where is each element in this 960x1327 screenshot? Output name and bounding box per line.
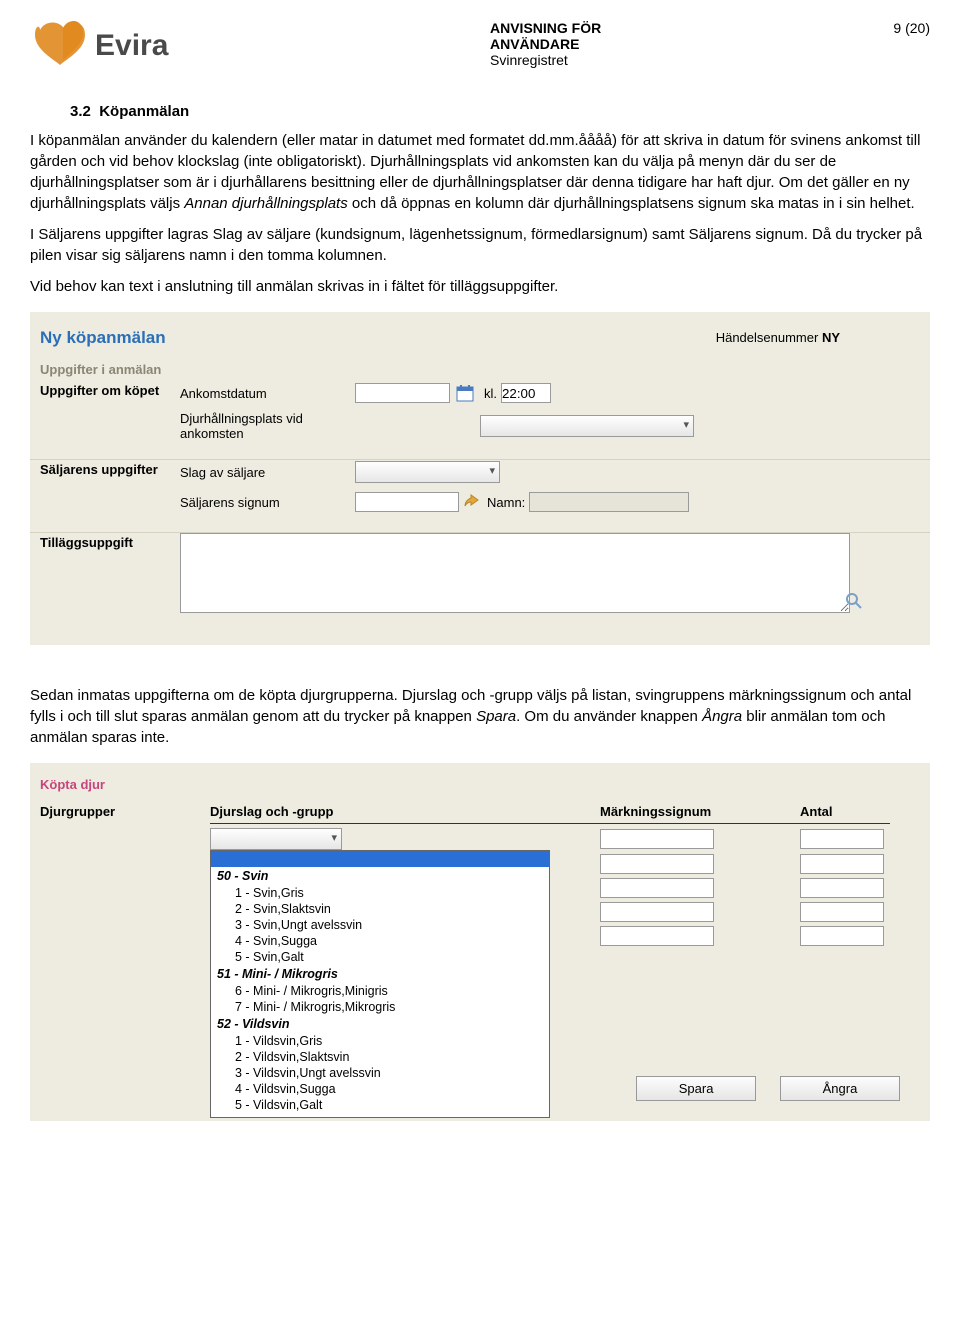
label-saljarens-uppgifter: Säljarens uppgifter bbox=[40, 460, 180, 520]
input-markningssignum[interactable] bbox=[600, 902, 714, 922]
input-markningssignum[interactable] bbox=[600, 878, 714, 898]
dropdown-option[interactable]: 3 - Vildsvin,Ungt avelssvin bbox=[211, 1065, 549, 1081]
dropdown-option[interactable]: 2 - Vildsvin,Slaktsvin bbox=[211, 1049, 549, 1065]
para-3: Vid behov kan text i anslutning till anm… bbox=[30, 276, 930, 297]
input-markningssignum[interactable] bbox=[600, 829, 714, 849]
calendar-icon[interactable] bbox=[456, 384, 474, 402]
magnifier-icon[interactable] bbox=[846, 593, 862, 609]
input-antal[interactable] bbox=[800, 854, 884, 874]
arrow-right-icon[interactable] bbox=[463, 494, 479, 510]
label-saljarens-signum: Säljarens signum bbox=[180, 495, 355, 510]
table-rule bbox=[210, 823, 890, 824]
para-4: Sedan inmatas uppgifterna om de köpta dj… bbox=[30, 685, 930, 748]
form-ny-kopanmalan: Ny köpanmälan Händelsenummer NY Uppgifte… bbox=[30, 312, 930, 645]
dropdown-option[interactable]: 4 - Svin,Sugga bbox=[211, 933, 549, 949]
dropdown-option[interactable]: 7 - Mini- / Mikrogris,Mikrogris bbox=[211, 999, 549, 1015]
label-namn: Namn: bbox=[487, 495, 525, 510]
section-saljarens-uppgifter: Säljarens uppgifter Slag av säljare Sälj… bbox=[30, 460, 930, 533]
label-tillaggsuppgift: Tilläggsuppgift bbox=[40, 533, 180, 613]
svg-text:Evira: Evira bbox=[95, 29, 169, 62]
section-uppgifter-kopet: Uppgifter om köpet Ankomstdatum kl. Djur… bbox=[30, 381, 930, 460]
header-title2: ANVÄNDARE bbox=[490, 36, 833, 52]
angra-button[interactable]: Ångra bbox=[780, 1076, 900, 1101]
table-header: Djurgrupper Djurslag och -grupp Märkning… bbox=[30, 796, 930, 823]
spara-button[interactable]: Spara bbox=[636, 1076, 756, 1101]
input-kl[interactable] bbox=[501, 383, 551, 403]
input-antal[interactable] bbox=[800, 829, 884, 849]
select-djurhallningsplats[interactable] bbox=[480, 415, 694, 437]
col-djurslag: Djurslag och -grupp bbox=[210, 804, 600, 819]
input-saljarens-signum[interactable] bbox=[355, 492, 459, 512]
dropdown-option[interactable]: 2 - Svin,Slaktsvin bbox=[211, 901, 549, 917]
form-kopta-djur: Köpta djur Djurgrupper Djurslag och -gru… bbox=[30, 763, 930, 1121]
evira-logo: Evira bbox=[30, 20, 230, 73]
para-1: I köpanmälan använder du kalendern (elle… bbox=[30, 130, 930, 214]
dropdown-option[interactable]: 1 - Vildsvin,Gris bbox=[211, 1033, 549, 1049]
col-djurgrupper: Djurgrupper bbox=[40, 804, 210, 819]
form-title: Ny köpanmälan bbox=[30, 322, 176, 354]
dropdown-option[interactable]: 5 - Svin,Galt bbox=[211, 949, 549, 965]
header-subtitle: Svinregistret bbox=[490, 52, 833, 68]
dropdown-group: 52 - Vildsvin bbox=[211, 1015, 549, 1033]
col-markningssignum: Märkningssignum bbox=[600, 804, 800, 819]
input-antal[interactable] bbox=[800, 902, 884, 922]
textarea-tillaggsuppgift[interactable] bbox=[180, 533, 850, 613]
para-2: I Säljarens uppgifter lagras Slag av säl… bbox=[30, 224, 930, 266]
label-slag-saljare: Slag av säljare bbox=[180, 465, 355, 480]
dropdown-group: 51 - Mini- / Mikrogris bbox=[211, 965, 549, 983]
djurslag-dropdown[interactable]: 50 - Svin1 - Svin,Gris2 - Svin,Slaktsvin… bbox=[210, 850, 550, 1118]
label-djurhallningsplats: Djurhållningsplats vid ankomsten bbox=[180, 411, 355, 441]
col-antal: Antal bbox=[800, 804, 900, 819]
select-slag-saljare[interactable] bbox=[355, 461, 500, 483]
dropdown-option[interactable]: 4 - Vildsvin,Sugga bbox=[211, 1081, 549, 1097]
input-markningssignum[interactable] bbox=[600, 854, 714, 874]
dropdown-option[interactable]: 5 - Vildsvin,Galt bbox=[211, 1097, 549, 1113]
input-markningssignum[interactable] bbox=[600, 926, 714, 946]
table-row: 50 - Svin1 - Svin,Gris2 - Svin,Slaktsvin… bbox=[40, 828, 920, 850]
dropdown-option[interactable]: 1 - Svin,Gris bbox=[211, 885, 549, 901]
sub-head-uppgifter: Uppgifter i anmälan bbox=[30, 354, 930, 381]
dropdown-option[interactable]: 6 - Mini- / Mikrogris,Minigris bbox=[211, 983, 549, 999]
input-namn bbox=[529, 492, 689, 512]
doc-header: Evira ANVISNING FÖR ANVÄNDARE Svinregist… bbox=[30, 20, 930, 73]
event-number: Händelsenummer NY bbox=[716, 322, 930, 345]
select-djurslag[interactable] bbox=[210, 828, 342, 850]
input-antal[interactable] bbox=[800, 878, 884, 898]
label-kl: kl. bbox=[484, 386, 497, 401]
input-ankomstdatum[interactable] bbox=[355, 383, 450, 403]
section-heading: 3.2 Köpanmälan bbox=[70, 103, 930, 120]
page-number: 9 (20) bbox=[833, 20, 930, 36]
dropdown-group: 50 - Svin bbox=[211, 867, 549, 885]
dropdown-option[interactable]: 3 - Svin,Ungt avelssvin bbox=[211, 917, 549, 933]
header-title1: ANVISNING FÖR bbox=[490, 20, 833, 36]
sub-head-kopta-djur: Köpta djur bbox=[30, 773, 930, 796]
label-uppgifter-kopet: Uppgifter om köpet bbox=[40, 381, 180, 447]
section-tillaggsuppgift: Tilläggsuppgift bbox=[30, 533, 930, 625]
input-antal[interactable] bbox=[800, 926, 884, 946]
label-ankomstdatum: Ankomstdatum bbox=[180, 386, 355, 401]
